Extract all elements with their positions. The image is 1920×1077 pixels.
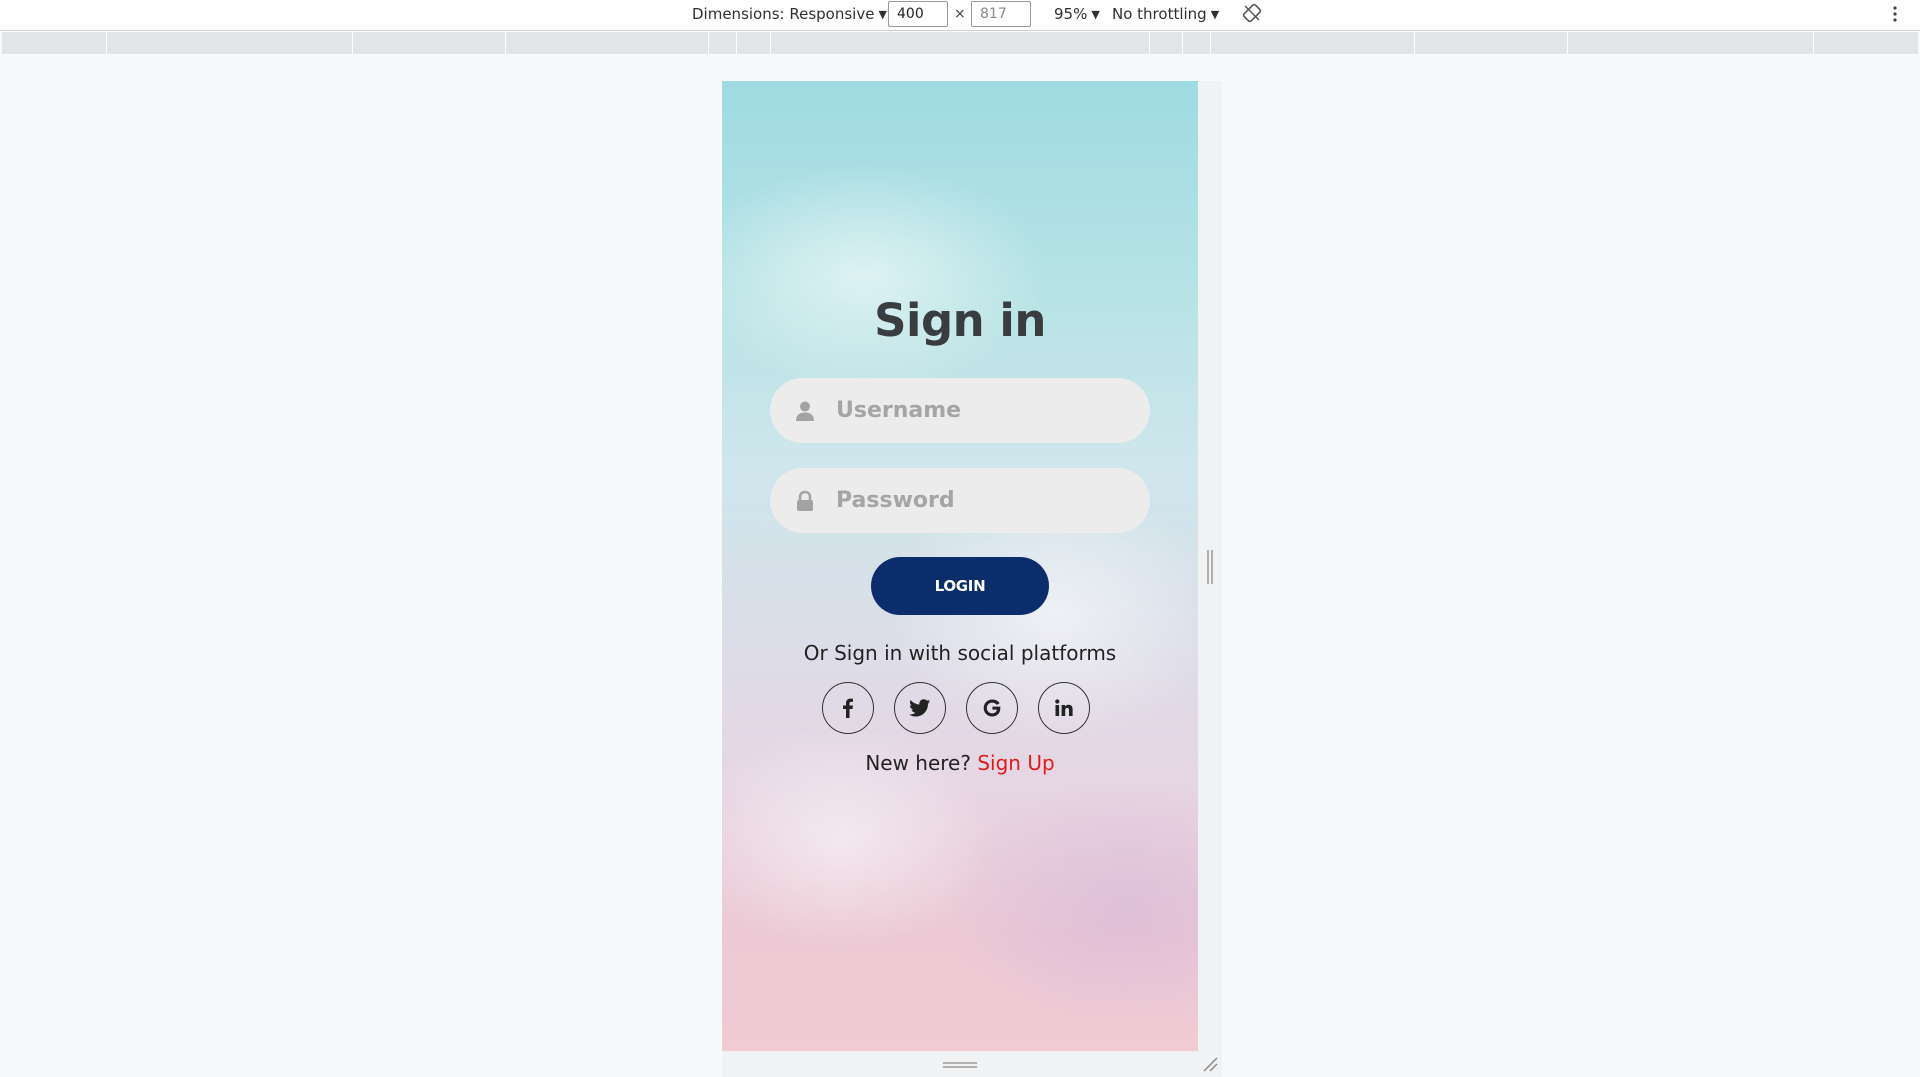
more-options-icon[interactable]: [1890, 3, 1900, 25]
username-input[interactable]: [834, 397, 1118, 424]
zoom-dropdown[interactable]: 95% ▼: [1054, 4, 1100, 24]
resize-handle-icon[interactable]: [1206, 550, 1214, 584]
height-input[interactable]: [971, 1, 1031, 27]
facebook-icon: [843, 698, 853, 718]
linkedin-button[interactable]: [1038, 682, 1090, 734]
media-query-divider: [505, 32, 506, 54]
password-field[interactable]: [770, 468, 1150, 533]
lock-icon: [797, 490, 813, 511]
media-query-divider: [736, 32, 737, 54]
chevron-down-icon: ▼: [878, 7, 887, 21]
media-query-bar[interactable]: [2, 32, 1918, 54]
media-query-divider: [1414, 32, 1415, 54]
new-here-text: New here?: [865, 751, 971, 775]
facebook-button[interactable]: [822, 682, 874, 734]
throttling-label: No throttling: [1112, 5, 1207, 23]
twitter-button[interactable]: [894, 682, 946, 734]
user-icon: [796, 401, 814, 421]
media-query-divider: [770, 32, 771, 54]
dimensions-label: Dimensions: Responsive: [692, 5, 875, 23]
password-input[interactable]: [834, 487, 1118, 514]
dimensions-dropdown[interactable]: Dimensions: Responsive ▼: [692, 4, 887, 24]
chevron-down-icon: ▼: [1210, 7, 1220, 21]
signup-prompt: New here? Sign Up: [722, 751, 1198, 775]
media-query-divider: [708, 32, 709, 54]
google-icon: [983, 699, 1001, 717]
media-query-divider: [1149, 32, 1150, 54]
chevron-down-icon: ▼: [1091, 7, 1100, 21]
media-query-divider: [352, 32, 353, 54]
linkedin-icon: [1055, 699, 1073, 716]
rotate-icon[interactable]: [1242, 3, 1262, 23]
login-button[interactable]: LOGIN: [871, 557, 1049, 615]
device-viewport: Sign in LOGIN Or Sign in with social pla…: [722, 81, 1198, 1051]
resize-handle-icon[interactable]: [943, 1061, 977, 1069]
social-signin-text: Or Sign in with social platforms: [803, 641, 1117, 665]
media-query-divider: [1813, 32, 1814, 54]
twitter-icon: [909, 699, 931, 717]
social-buttons: [822, 682, 1098, 738]
times-separator: ×: [954, 6, 966, 22]
page-title: Sign in: [874, 294, 1046, 347]
media-query-divider: [1210, 32, 1211, 54]
zoom-label: 95%: [1054, 5, 1088, 23]
width-input[interactable]: [888, 1, 948, 27]
signup-link[interactable]: Sign Up: [977, 751, 1054, 775]
media-query-divider: [1182, 32, 1183, 54]
media-query-divider: [1567, 32, 1568, 54]
throttling-dropdown[interactable]: No throttling ▼: [1112, 4, 1219, 24]
resize-corner-icon[interactable]: [1202, 1056, 1218, 1072]
device-toolbar: Dimensions: Responsive ▼ × 95% ▼ No thro…: [0, 0, 1920, 31]
media-query-divider: [106, 32, 107, 54]
google-button[interactable]: [966, 682, 1018, 734]
username-field[interactable]: [770, 378, 1150, 443]
